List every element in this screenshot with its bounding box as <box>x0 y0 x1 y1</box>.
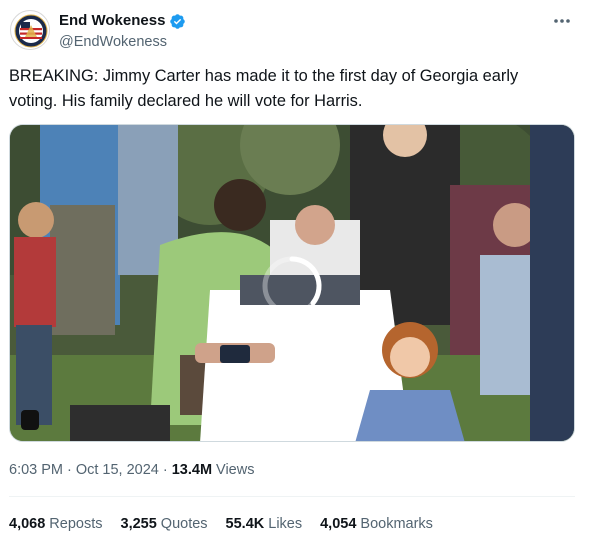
author-display-name[interactable]: End Wokeness <box>59 12 165 30</box>
author-avatar[interactable] <box>10 10 50 50</box>
loading-spinner-icon <box>262 256 322 316</box>
more-dots-icon <box>554 19 570 23</box>
more-options-button[interactable] <box>552 11 572 31</box>
stat-reposts[interactable]: 4,068 Reposts <box>9 515 103 533</box>
reposts-count: 4,068 <box>9 516 46 532</box>
tweet-text: BREAKING: Jimmy Carter has made it to th… <box>9 67 519 110</box>
verified-badge-icon <box>170 13 186 29</box>
tweet-meta: 6:03 PM · Oct 15, 2024 · 13.4M Views <box>9 461 254 479</box>
tweet-time[interactable]: 6:03 PM <box>9 461 63 479</box>
likes-count: 55.4K <box>225 516 265 532</box>
views-label: Views <box>216 462 255 478</box>
reposts-label: Reposts <box>49 516 103 532</box>
tweet-detail: End Wokeness @EndWokeness BREAKING: Jimm… <box>0 0 591 542</box>
author-name-row[interactable]: End Wokeness <box>59 12 186 30</box>
tweet-date[interactable]: Oct 15, 2024 <box>76 461 159 479</box>
author-handle[interactable]: @EndWokeness <box>59 33 167 51</box>
bookmarks-label: Bookmarks <box>360 516 433 532</box>
meta-separator-2: · <box>162 462 168 478</box>
likes-label: Likes <box>268 516 303 532</box>
stat-quotes[interactable]: 3,255 Quotes <box>121 515 208 533</box>
engagement-stats: 4,068 Reposts 3,255 Quotes 55.4K Likes 4… <box>9 515 433 533</box>
tweet-video[interactable] <box>9 124 575 442</box>
bookmarks-count: 4,054 <box>320 516 357 532</box>
views-count[interactable]: 13.4M <box>172 461 212 479</box>
quotes-label: Quotes <box>160 516 208 532</box>
meta-separator: · <box>67 462 72 478</box>
divider <box>9 496 575 497</box>
stat-likes[interactable]: 55.4K Likes <box>226 515 303 533</box>
video-badge-icon <box>21 410 39 430</box>
avatar-emblem-icon <box>12 12 49 49</box>
stat-bookmarks[interactable]: 4,054 Bookmarks <box>320 515 433 533</box>
quotes-count: 3,255 <box>120 516 157 532</box>
